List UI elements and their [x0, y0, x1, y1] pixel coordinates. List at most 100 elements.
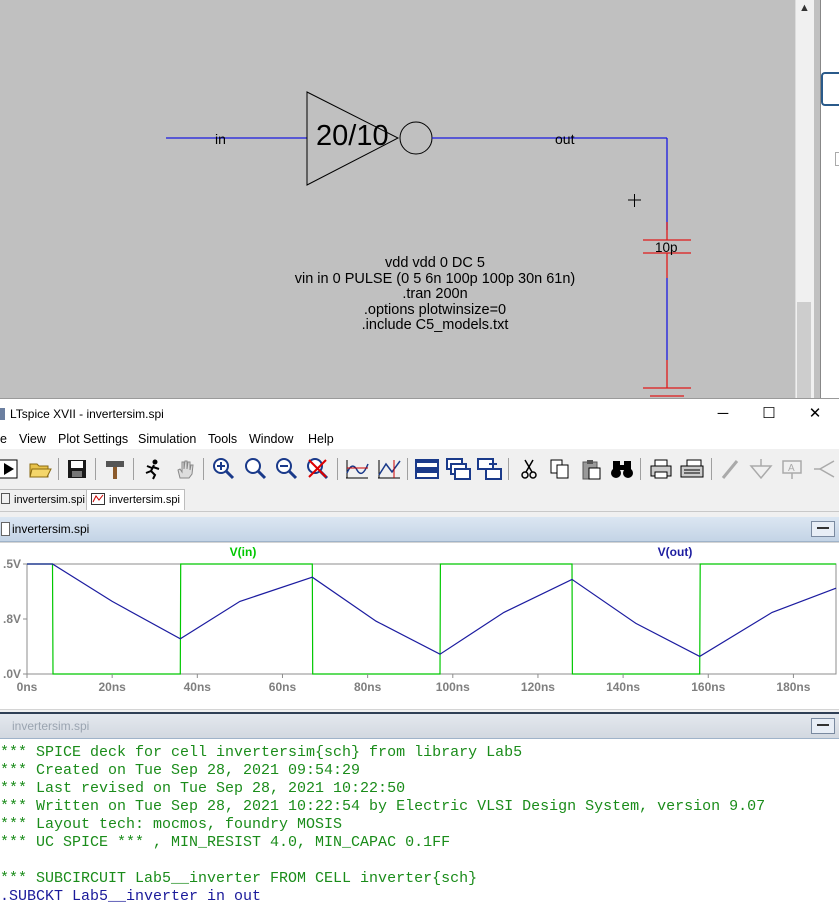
waveform-pane: invertersim.spi V(in) V(out) 0ns 20ns 40ns 60…	[0, 517, 839, 710]
netlist-text[interactable]: *** SPICE deck for cell invertersim{sch}…	[0, 744, 839, 906]
netlist-line: *** Created on Tue Sep 28, 2021 09:54:29	[0, 762, 361, 779]
netlist-line: *** SUBCIRCUIT Lab5__inverter FROM CELL …	[0, 870, 478, 887]
netlist-pane-title: invertersim.spi	[12, 719, 90, 733]
waveform-chart: V(in) V(out) 0ns 20ns 40ns 60ns 80ns 100ns 120ns…	[3, 545, 837, 694]
title-bar[interactable]: LTspice XVII - invertersim.spi ─ ☐ ✕	[0, 399, 839, 429]
netlist-line: *** Layout tech: mocmos, foundry MOSIS	[0, 816, 343, 833]
series-line-vout	[27, 563, 837, 658]
menu-item-tools[interactable]: Tools	[208, 432, 237, 446]
y-tick-label: .5V	[3, 557, 21, 571]
tab-label: invertersim.spi	[109, 494, 180, 506]
y-tick-label: .8V	[3, 612, 21, 626]
x-tick-label: 60ns	[269, 680, 297, 694]
x-tick-label: 80ns	[354, 680, 382, 694]
netlist-line: *** Last revised on Tue Sep 28, 2021 10:…	[0, 780, 406, 797]
cursor-icon[interactable]	[375, 455, 403, 483]
net-label-out: out	[555, 131, 575, 147]
scroll-up-icon[interactable]: ▲	[799, 2, 810, 14]
close-button[interactable]: ✕	[792, 403, 838, 425]
spice-directive-block[interactable]: vdd vdd 0 DC 5 vin in 0 PULSE (0 5 6n 10…	[185, 255, 685, 334]
netlist-pane-minimize-button[interactable]	[811, 718, 835, 734]
ltspice-window: LTspice XVII - invertersim.spi ─ ☐ ✕ e V…	[0, 398, 839, 906]
netlist-line: *** SPICE deck for cell invertersim{sch}…	[0, 744, 523, 761]
window-title: LTspice XVII - invertersim.spi	[10, 407, 164, 421]
legend-entry: V(out)	[658, 545, 693, 559]
zoom-area-icon[interactable]	[242, 455, 270, 483]
x-tick-label: 100ns	[436, 680, 470, 694]
save-icon[interactable]	[63, 455, 91, 483]
waveform-icon	[91, 492, 105, 512]
menu-item-help[interactable]: Help	[308, 432, 334, 446]
pan-hand-icon[interactable]	[171, 455, 199, 483]
diode-icon[interactable]	[810, 455, 838, 483]
background-checkbox	[835, 152, 839, 166]
menu-item-plot-settings[interactable]: Plot Settings	[58, 432, 128, 446]
netlist-pane: invertersim.spi *** SPICE deck for cell …	[0, 712, 839, 906]
svg-text:A: A	[788, 463, 795, 474]
schematic-canvas[interactable]: 20/10 in out 10p vdd vdd 0 DC 5 vin in 0…	[0, 0, 820, 398]
menu-item-simulation[interactable]: Simulation	[138, 432, 196, 446]
maximize-button[interactable]: ☐	[746, 403, 792, 425]
find-icon[interactable]	[608, 455, 636, 483]
autorange-icon[interactable]	[343, 455, 371, 483]
netlist-pane-header[interactable]: invertersim.spi	[0, 714, 839, 739]
spice-directive-line: vin in 0 PULSE (0 5 6n 100p 100p 30n 61n…	[294, 270, 576, 287]
paste-icon[interactable]	[577, 455, 605, 483]
x-tick-label: 20ns	[98, 680, 126, 694]
hammer-icon[interactable]	[101, 455, 129, 483]
x-tick-label: 160ns	[691, 680, 725, 694]
inverter-size-label: 20/10	[316, 120, 389, 152]
print-setup-icon[interactable]	[647, 455, 675, 483]
waveform-pane-title: invertersim.spi	[12, 522, 90, 536]
zoom-cancel-icon[interactable]	[304, 455, 332, 483]
spice-directive-line: .options plotwinsize=0	[363, 301, 507, 318]
document-tabs: invertersim.spi invertersim.spi	[0, 487, 839, 512]
copy-icon[interactable]	[546, 455, 574, 483]
menu-item-view[interactable]: View	[19, 432, 46, 446]
schematic-scroll-thumb[interactable]	[797, 302, 811, 398]
zoom-in-icon[interactable]	[210, 455, 238, 483]
run-man-icon[interactable]	[139, 455, 167, 483]
tile-vertical-icon[interactable]	[476, 455, 504, 483]
capacitor-value: 10p	[655, 240, 678, 255]
spice-directive-line: vdd vdd 0 DC 5	[385, 255, 485, 271]
tab-invertersim-schematic[interactable]: invertersim.spi	[0, 489, 90, 510]
netlist-line: .SUBCKT Lab5__inverter in out	[0, 888, 262, 905]
schematic-drawing	[166, 91, 691, 397]
spice-directive-line: .tran 200n	[402, 286, 468, 302]
x-tick-label: 0ns	[17, 680, 38, 694]
cascade-icon[interactable]	[445, 455, 473, 483]
series-line-vin	[27, 563, 836, 675]
label-icon[interactable]: A	[778, 455, 806, 483]
zoom-out-icon[interactable]	[273, 455, 301, 483]
menu-item-edit[interactable]: e	[0, 432, 7, 446]
netlist-line: *** UC SPICE *** , MIN_RESIST 4.0, MIN_C…	[0, 834, 451, 851]
pencil-icon[interactable]	[717, 455, 745, 483]
menu-item-window[interactable]: Window	[249, 432, 293, 446]
menu-bar: e View Plot Settings Simulation Tools Wi…	[0, 429, 839, 449]
tab-label: invertersim.spi	[14, 494, 85, 506]
x-tick-label: 140ns	[606, 680, 640, 694]
plot-frame	[26, 563, 837, 675]
app-icon	[0, 408, 5, 420]
toolbar: A	[0, 450, 839, 487]
cut-icon[interactable]	[515, 455, 543, 483]
minimize-button[interactable]: ─	[700, 403, 746, 425]
pane-minimize-button[interactable]	[811, 521, 835, 537]
x-tick-label: 120ns	[521, 680, 555, 694]
x-tick-label: 40ns	[184, 680, 212, 694]
y-tick-label: .0V	[3, 667, 21, 681]
tab-invertersim-waveform[interactable]: invertersim.spi	[86, 489, 185, 510]
inverter-bubble	[399, 121, 433, 155]
waveform-plot-area[interactable]: V(in) V(out) 0ns 20ns 40ns 60ns 80ns 100ns 120ns…	[0, 543, 839, 709]
waveform-pane-header[interactable]: invertersim.spi	[0, 517, 839, 542]
legend-entry: V(in)	[230, 545, 257, 559]
tile-horizontal-icon[interactable]	[413, 455, 441, 483]
run-icon[interactable]	[0, 455, 22, 483]
background-app-icon	[821, 72, 839, 106]
netlist-line: *** Written on Tue Sep 28, 2021 10:22:54…	[0, 798, 766, 815]
pane-icon	[1, 522, 10, 536]
print-icon[interactable]	[678, 455, 706, 483]
open-icon[interactable]	[26, 455, 54, 483]
ground-icon[interactable]	[747, 455, 775, 483]
